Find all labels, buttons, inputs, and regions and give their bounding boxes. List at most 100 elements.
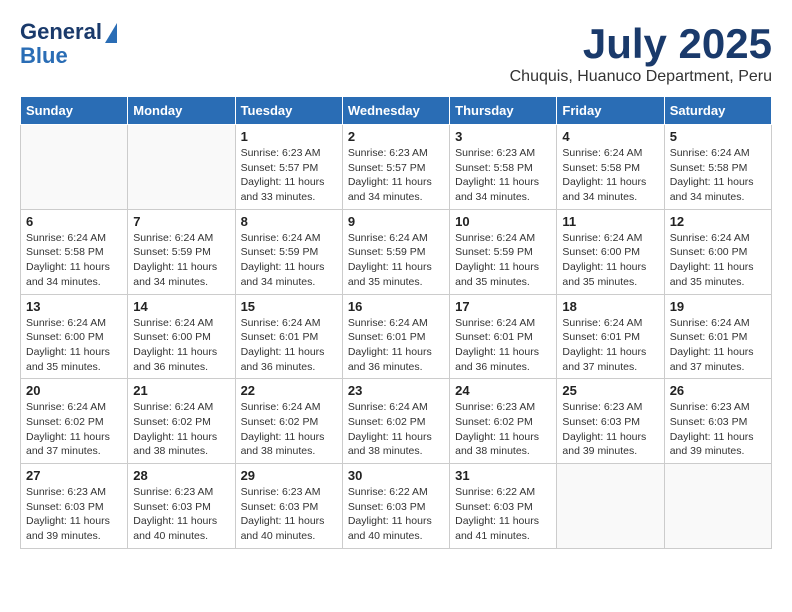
day-number: 6 bbox=[26, 214, 122, 229]
calendar-cell: 25 Sunrise: 6:23 AMSunset: 6:03 PMDayligh… bbox=[557, 379, 664, 464]
day-number: 31 bbox=[455, 468, 551, 483]
day-number: 20 bbox=[26, 383, 122, 398]
calendar-cell: 16 Sunrise: 6:24 AMSunset: 6:01 PMDayligh… bbox=[342, 294, 449, 379]
day-number: 11 bbox=[562, 214, 658, 229]
calendar-cell: 2 Sunrise: 6:23 AMSunset: 5:57 PMDaylight… bbox=[342, 125, 449, 210]
day-info: Sunrise: 6:23 AMSunset: 6:03 PMDaylight:… bbox=[670, 400, 766, 459]
day-number: 23 bbox=[348, 383, 444, 398]
day-info: Sunrise: 6:22 AMSunset: 6:03 PMDaylight:… bbox=[455, 485, 551, 544]
calendar-week-row: 13Sunrise: 6:24 AMSunset: 6:00 PMDayligh… bbox=[21, 294, 772, 379]
day-number: 25 bbox=[562, 383, 658, 398]
day-info: Sunrise: 6:23 AMSunset: 6:03 PMDaylight:… bbox=[26, 485, 122, 544]
calendar-cell: 23 Sunrise: 6:24 AMSunset: 6:02 PMDayligh… bbox=[342, 379, 449, 464]
location-subtitle: Chuquis, Huanuco Department, Peru bbox=[510, 68, 772, 86]
day-number: 10 bbox=[455, 214, 551, 229]
day-number: 29 bbox=[241, 468, 337, 483]
day-number: 26 bbox=[670, 383, 766, 398]
calendar-cell: 19Sunrise: 6:24 AMSunset: 6:01 PMDayligh… bbox=[664, 294, 771, 379]
calendar-cell: 14 Sunrise: 6:24 AMSunset: 6:00 PMDayligh… bbox=[128, 294, 235, 379]
day-info: Sunrise: 6:24 AMSunset: 5:58 PMDaylight:… bbox=[670, 146, 766, 205]
day-info: Sunrise: 6:24 AMSunset: 5:59 PMDaylight:… bbox=[348, 231, 444, 290]
day-number: 28 bbox=[133, 468, 229, 483]
weekday-header-wednesday: Wednesday bbox=[342, 97, 449, 125]
calendar-cell: 27 Sunrise: 6:23 AMSunset: 6:03 PMDayligh… bbox=[21, 464, 128, 549]
day-number: 27 bbox=[26, 468, 122, 483]
calendar-cell: 20 Sunrise: 6:24 AMSunset: 6:02 PMDayligh… bbox=[21, 379, 128, 464]
calendar-cell: 17 Sunrise: 6:24 AMSunset: 6:01 PMDayligh… bbox=[450, 294, 557, 379]
calendar-cell: 22 Sunrise: 6:24 AMSunset: 6:02 PMDayligh… bbox=[235, 379, 342, 464]
calendar-cell: 30 Sunrise: 6:22 AMSunset: 6:03 PMDayligh… bbox=[342, 464, 449, 549]
day-info: Sunrise: 6:24 AMSunset: 6:02 PMDaylight:… bbox=[26, 400, 122, 459]
weekday-header-monday: Monday bbox=[128, 97, 235, 125]
day-number: 3 bbox=[455, 129, 551, 144]
day-info: Sunrise: 6:24 AMSunset: 6:02 PMDaylight:… bbox=[348, 400, 444, 459]
day-number: 8 bbox=[241, 214, 337, 229]
day-info: Sunrise: 6:24 AMSunset: 6:00 PMDaylight:… bbox=[562, 231, 658, 290]
day-info: Sunrise: 6:24 AMSunset: 6:01 PMDaylight:… bbox=[241, 316, 337, 375]
day-number: 1 bbox=[241, 129, 337, 144]
day-number: 17 bbox=[455, 299, 551, 314]
calendar-week-row: 27 Sunrise: 6:23 AMSunset: 6:03 PMDayligh… bbox=[21, 464, 772, 549]
calendar-cell bbox=[664, 464, 771, 549]
day-info: Sunrise: 6:23 AMSunset: 6:03 PMDaylight:… bbox=[562, 400, 658, 459]
weekday-header-thursday: Thursday bbox=[450, 97, 557, 125]
day-number: 2 bbox=[348, 129, 444, 144]
day-number: 15 bbox=[241, 299, 337, 314]
day-info: Sunrise: 6:24 AMSunset: 5:59 PMDaylight:… bbox=[241, 231, 337, 290]
day-info: Sunrise: 6:22 AMSunset: 6:03 PMDaylight:… bbox=[348, 485, 444, 544]
calendar-week-row: 6 Sunrise: 6:24 AMSunset: 5:58 PMDaylight… bbox=[21, 209, 772, 294]
day-info: Sunrise: 6:23 AMSunset: 6:03 PMDaylight:… bbox=[133, 485, 229, 544]
logo-text: General bbox=[20, 20, 102, 44]
calendar-cell: 6 Sunrise: 6:24 AMSunset: 5:58 PMDaylight… bbox=[21, 209, 128, 294]
weekday-header-row: SundayMondayTuesdayWednesdayThursdayFrid… bbox=[21, 97, 772, 125]
calendar-cell: 10 Sunrise: 6:24 AMSunset: 5:59 PMDayligh… bbox=[450, 209, 557, 294]
calendar-cell: 8 Sunrise: 6:24 AMSunset: 5:59 PMDaylight… bbox=[235, 209, 342, 294]
calendar-cell: 12Sunrise: 6:24 AMSunset: 6:00 PMDayligh… bbox=[664, 209, 771, 294]
day-number: 7 bbox=[133, 214, 229, 229]
day-info: Sunrise: 6:24 AMSunset: 5:59 PMDaylight:… bbox=[455, 231, 551, 290]
day-info: Sunrise: 6:24 AMSunset: 6:02 PMDaylight:… bbox=[133, 400, 229, 459]
day-info: Sunrise: 6:24 AMSunset: 5:58 PMDaylight:… bbox=[26, 231, 122, 290]
calendar-cell: 11 Sunrise: 6:24 AMSunset: 6:00 PMDayligh… bbox=[557, 209, 664, 294]
day-number: 14 bbox=[133, 299, 229, 314]
weekday-header-friday: Friday bbox=[557, 97, 664, 125]
calendar-cell: 5Sunrise: 6:24 AMSunset: 5:58 PMDaylight… bbox=[664, 125, 771, 210]
header: General Blue July 2025 Chuquis, Huanuco … bbox=[20, 20, 772, 86]
day-info: Sunrise: 6:24 AMSunset: 5:58 PMDaylight:… bbox=[562, 146, 658, 205]
calendar-cell: 3 Sunrise: 6:23 AMSunset: 5:58 PMDaylight… bbox=[450, 125, 557, 210]
weekday-header-sunday: Sunday bbox=[21, 97, 128, 125]
calendar-cell: 15 Sunrise: 6:24 AMSunset: 6:01 PMDayligh… bbox=[235, 294, 342, 379]
calendar-cell: 24 Sunrise: 6:23 AMSunset: 6:02 PMDayligh… bbox=[450, 379, 557, 464]
calendar-cell: 26 Sunrise: 6:23 AMSunset: 6:03 PMDayligh… bbox=[664, 379, 771, 464]
day-info: Sunrise: 6:24 AMSunset: 6:01 PMDaylight:… bbox=[455, 316, 551, 375]
calendar-cell: 28 Sunrise: 6:23 AMSunset: 6:03 PMDayligh… bbox=[128, 464, 235, 549]
day-info: Sunrise: 6:24 AMSunset: 6:00 PMDaylight:… bbox=[670, 231, 766, 290]
logo-blue-text: Blue bbox=[20, 43, 68, 68]
day-number: 30 bbox=[348, 468, 444, 483]
day-info: Sunrise: 6:24 AMSunset: 6:01 PMDaylight:… bbox=[562, 316, 658, 375]
day-info: Sunrise: 6:24 AMSunset: 6:00 PMDaylight:… bbox=[133, 316, 229, 375]
day-number: 9 bbox=[348, 214, 444, 229]
calendar-cell: 29Sunrise: 6:23 AMSunset: 6:03 PMDayligh… bbox=[235, 464, 342, 549]
day-info: Sunrise: 6:24 AMSunset: 6:00 PMDaylight:… bbox=[26, 316, 122, 375]
day-info: Sunrise: 6:23 AMSunset: 5:58 PMDaylight:… bbox=[455, 146, 551, 205]
day-info: Sunrise: 6:24 AMSunset: 6:02 PMDaylight:… bbox=[241, 400, 337, 459]
day-number: 21 bbox=[133, 383, 229, 398]
calendar-cell bbox=[557, 464, 664, 549]
day-number: 16 bbox=[348, 299, 444, 314]
day-info: Sunrise: 6:23 AMSunset: 5:57 PMDaylight:… bbox=[241, 146, 337, 205]
calendar-week-row: 20 Sunrise: 6:24 AMSunset: 6:02 PMDayligh… bbox=[21, 379, 772, 464]
calendar-table: SundayMondayTuesdayWednesdayThursdayFrid… bbox=[20, 96, 772, 549]
calendar-cell: 31 Sunrise: 6:22 AMSunset: 6:03 PMDayligh… bbox=[450, 464, 557, 549]
day-number: 22 bbox=[241, 383, 337, 398]
day-info: Sunrise: 6:24 AMSunset: 6:01 PMDaylight:… bbox=[670, 316, 766, 375]
calendar-cell: 9 Sunrise: 6:24 AMSunset: 5:59 PMDaylight… bbox=[342, 209, 449, 294]
calendar-cell: 1 Sunrise: 6:23 AMSunset: 5:57 PMDaylight… bbox=[235, 125, 342, 210]
calendar-cell: 21 Sunrise: 6:24 AMSunset: 6:02 PMDayligh… bbox=[128, 379, 235, 464]
day-number: 24 bbox=[455, 383, 551, 398]
weekday-header-saturday: Saturday bbox=[664, 97, 771, 125]
calendar-cell bbox=[128, 125, 235, 210]
day-info: Sunrise: 6:23 AMSunset: 5:57 PMDaylight:… bbox=[348, 146, 444, 205]
day-info: Sunrise: 6:23 AMSunset: 6:02 PMDaylight:… bbox=[455, 400, 551, 459]
day-info: Sunrise: 6:24 AMSunset: 6:01 PMDaylight:… bbox=[348, 316, 444, 375]
